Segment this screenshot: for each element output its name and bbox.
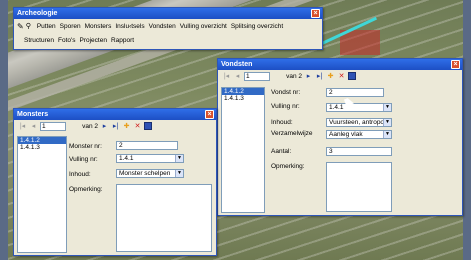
inhoud-value: Monster schelpen bbox=[119, 170, 171, 177]
menu-splitsing-overzicht[interactable]: Splitsing overzicht bbox=[229, 23, 285, 30]
opmerking-textarea[interactable] bbox=[116, 184, 212, 252]
monsters-list[interactable]: 1.4.1.2 1.4.1.3 bbox=[17, 136, 67, 253]
menu-structuren[interactable]: Structuren bbox=[22, 37, 56, 44]
inhoud-label: Inhoud: bbox=[271, 119, 293, 126]
vulling-nr-select[interactable]: 1.4.1 ▼ bbox=[116, 154, 184, 163]
aantal-field[interactable]: 3 bbox=[326, 147, 392, 156]
list-item[interactable]: 1.4.1.2 bbox=[222, 88, 264, 95]
record-count-label: van 2 bbox=[286, 72, 302, 80]
save-icon[interactable] bbox=[144, 122, 152, 130]
delete-record-icon[interactable]: ✕ bbox=[337, 72, 346, 81]
close-icon[interactable]: × bbox=[205, 110, 214, 119]
chevron-down-icon[interactable]: ▼ bbox=[383, 104, 391, 111]
vulling-nr-label: Vulling nr: bbox=[271, 103, 300, 110]
record-number-input[interactable]: 1 bbox=[244, 71, 270, 81]
vulling-nr-select[interactable]: 1.4.1 ▼ bbox=[326, 103, 392, 112]
vulling-nr-value: 1.4.1 bbox=[329, 104, 344, 111]
chevron-down-icon[interactable]: ▼ bbox=[383, 119, 391, 126]
inhoud-select[interactable]: Monster schelpen ▼ bbox=[116, 169, 184, 178]
menu-sporen[interactable]: Sporen bbox=[58, 23, 83, 30]
monster-nr-label: Monster nr: bbox=[69, 143, 102, 150]
chevron-down-icon[interactable]: ▼ bbox=[383, 131, 391, 138]
opmerking-textarea[interactable] bbox=[326, 162, 392, 212]
chevron-down-icon[interactable]: ▼ bbox=[175, 155, 183, 162]
menu-vondsten[interactable]: Vondsten bbox=[147, 23, 178, 30]
inhoud-value: Vuursteen, antropog bbox=[329, 119, 388, 126]
monsters-record-navigator: |◂ ◂ 1 van 2 ▸ ▸| ✚ ✕ bbox=[14, 120, 216, 132]
vulling-nr-value: 1.4.1 bbox=[119, 155, 134, 162]
aantal-label: Aantal: bbox=[271, 148, 292, 155]
first-record-icon[interactable]: |◂ bbox=[222, 72, 231, 81]
binoculars-icon[interactable]: ⚲ bbox=[26, 22, 31, 30]
vulling-nr-label: Vulling nr: bbox=[69, 156, 98, 163]
close-icon[interactable]: × bbox=[451, 60, 460, 69]
save-icon[interactable] bbox=[348, 72, 356, 80]
verzamelwijze-label: Verzamelwijze bbox=[271, 130, 313, 137]
record-number-input[interactable]: 1 bbox=[40, 121, 66, 131]
next-record-icon[interactable]: ▸ bbox=[304, 72, 313, 81]
inhoud-label: Inhoud: bbox=[69, 171, 91, 178]
monster-nr-field[interactable]: 2 bbox=[116, 141, 178, 150]
add-record-icon[interactable]: ✚ bbox=[326, 72, 335, 81]
menu-insluitsels[interactable]: Inslu‹tsels bbox=[113, 23, 146, 30]
previous-record-icon[interactable]: ◂ bbox=[29, 122, 38, 131]
list-item[interactable]: 1.4.1.3 bbox=[18, 144, 66, 151]
verzamelwijze-select[interactable]: Aanleg vlak ▼ bbox=[326, 130, 392, 139]
menu-rapport[interactable]: Rapport bbox=[109, 37, 136, 44]
menu-vulling-overzicht[interactable]: Vulling overzicht bbox=[178, 23, 229, 30]
verzamelwijze-value: Aanleg vlak bbox=[329, 131, 363, 138]
archeologie-window: Archeologie × ✎ ⚲ Putten Sporen Monsters… bbox=[13, 7, 323, 50]
menu-fotos[interactable]: Foto's bbox=[56, 37, 78, 44]
monsters-window: Monsters × |◂ ◂ 1 van 2 ▸ ▸| ✚ ✕ 1.4.1.2… bbox=[13, 108, 217, 256]
menu-putten[interactable]: Putten bbox=[35, 23, 58, 30]
vondst-nr-label: Vondst nr: bbox=[271, 89, 301, 96]
archeologie-titlebar[interactable]: Archeologie × bbox=[14, 8, 322, 19]
last-record-icon[interactable]: ▸| bbox=[315, 72, 324, 81]
archeologie-title: Archeologie bbox=[17, 10, 58, 17]
previous-record-icon[interactable]: ◂ bbox=[233, 72, 242, 81]
vondsten-titlebar[interactable]: Vondsten × bbox=[218, 59, 462, 70]
menu-monsters[interactable]: Monsters bbox=[83, 23, 114, 30]
vondsten-window: Vondsten × |◂ ◂ 1 van 2 ▸ ▸| ✚ ✕ 1.4.1.2… bbox=[217, 58, 463, 216]
last-record-icon[interactable]: ▸| bbox=[111, 122, 120, 131]
vondsten-list[interactable]: 1.4.1.2 1.4.1.3 bbox=[221, 87, 265, 213]
list-item[interactable]: 1.4.1.3 bbox=[222, 95, 264, 102]
delete-record-icon[interactable]: ✕ bbox=[133, 122, 142, 131]
inhoud-select[interactable]: Vuursteen, antropog ▼ bbox=[326, 118, 392, 127]
vondsten-record-navigator: |◂ ◂ 1 van 2 ▸ ▸| ✚ ✕ bbox=[218, 70, 462, 82]
opmerking-label: Opmerking: bbox=[271, 163, 305, 170]
record-count-label: van 2 bbox=[82, 122, 98, 130]
monsters-titlebar[interactable]: Monsters × bbox=[14, 109, 216, 120]
chevron-down-icon[interactable]: ▼ bbox=[175, 170, 183, 177]
first-record-icon[interactable]: |◂ bbox=[18, 122, 27, 131]
add-record-icon[interactable]: ✚ bbox=[122, 122, 131, 131]
pencil-icon[interactable]: ✎ bbox=[17, 22, 24, 31]
monsters-title: Monsters bbox=[17, 111, 49, 118]
menu-projecten[interactable]: Projecten bbox=[78, 37, 109, 44]
vondst-nr-field[interactable]: 2 bbox=[326, 88, 384, 97]
close-icon[interactable]: × bbox=[311, 9, 320, 18]
opmerking-label: Opmerking: bbox=[69, 186, 103, 193]
list-item[interactable]: 1.4.1.2 bbox=[18, 137, 66, 144]
next-record-icon[interactable]: ▸ bbox=[100, 122, 109, 131]
vondsten-title: Vondsten bbox=[221, 61, 253, 68]
